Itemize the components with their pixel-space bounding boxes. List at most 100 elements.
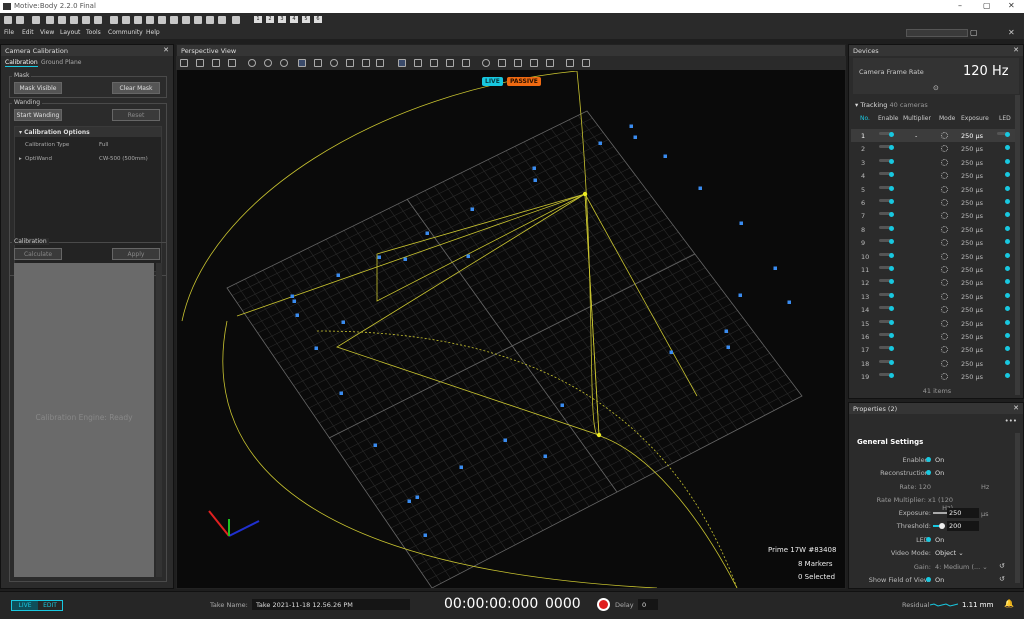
table-row[interactable]: 5 250 µs (851, 183, 1019, 196)
tab-calibration[interactable]: Calibration (5, 59, 38, 67)
camera-marker[interactable] (295, 313, 300, 318)
mode-icon[interactable] (941, 292, 948, 300)
marker-vis-3-icon[interactable] (530, 59, 538, 67)
eye-icon[interactable] (482, 59, 490, 67)
led-indicator[interactable] (1005, 199, 1010, 204)
mode-icon[interactable] (941, 225, 948, 233)
reset-fov-icon[interactable]: ↺ (999, 575, 1005, 583)
mode-icon[interactable] (941, 346, 948, 354)
menu-help[interactable]: Help (146, 29, 160, 36)
col-mode[interactable]: Mode (939, 115, 955, 122)
table-row[interactable]: 2 250 µs (851, 142, 1019, 155)
edit-mode-button[interactable]: EDIT (38, 601, 62, 610)
camera-marker[interactable] (423, 533, 428, 538)
led-indicator[interactable] (1005, 212, 1010, 218)
led-toggle[interactable] (926, 537, 931, 542)
led-indicator[interactable] (1005, 252, 1010, 258)
scene-3d[interactable] (177, 71, 845, 588)
mode-icon[interactable] (941, 199, 948, 206)
select-tool-icon[interactable] (298, 59, 306, 67)
table-row[interactable]: 17 250 µs (851, 343, 1019, 356)
live-badge[interactable]: LIVE (482, 77, 503, 86)
camera-marker[interactable] (336, 273, 341, 278)
clear-mask-button[interactable]: Clear Mask (112, 82, 160, 94)
menu-layout[interactable]: Layout (60, 29, 80, 36)
frame-rate-value[interactable]: 120 Hz (963, 64, 1009, 79)
settings-icon[interactable] (32, 16, 40, 24)
exposure-value[interactable]: 250 µs (961, 320, 983, 328)
properties-scrollbar[interactable] (1015, 433, 1020, 583)
restore-panel-icon[interactable]: ▢ (970, 28, 978, 37)
camera-marker[interactable] (739, 221, 744, 226)
exposure-value[interactable]: 250 µs (961, 266, 983, 274)
print-icon[interactable] (122, 16, 130, 24)
rotate-tool-icon[interactable] (330, 59, 338, 67)
marker-vis-1-icon[interactable] (498, 59, 506, 67)
layout-5-button[interactable]: 5 (302, 16, 310, 23)
help-icon[interactable] (232, 16, 240, 24)
menu-community[interactable]: Community (108, 29, 143, 36)
camera-marker[interactable] (698, 186, 703, 191)
table-row[interactable]: 1 - 250 µs (851, 129, 1019, 143)
view-mode-3-icon[interactable] (430, 59, 438, 67)
view-mode-1-icon[interactable] (398, 59, 406, 67)
camera-marker[interactable] (724, 329, 729, 334)
table-row[interactable]: 13 250 µs (851, 290, 1019, 303)
col-exposure[interactable]: Exposure (961, 115, 989, 122)
table-row[interactable]: 11 250 µs (851, 263, 1019, 276)
notification-icon[interactable]: 🔔 (1004, 599, 1014, 608)
exposure-value[interactable]: 250 µs (961, 279, 983, 287)
mode-icon[interactable] (941, 158, 948, 166)
led-indicator[interactable] (1005, 346, 1010, 352)
signal-icon[interactable] (206, 16, 214, 24)
mode-icon[interactable] (941, 373, 948, 381)
led-indicator[interactable] (1005, 172, 1010, 178)
exposure-value[interactable]: 250 µs (961, 346, 983, 354)
col-no[interactable]: No. (860, 115, 870, 122)
camera-marker[interactable] (470, 207, 475, 212)
table-row[interactable]: 9 250 µs (851, 236, 1019, 249)
led-indicator[interactable] (1005, 158, 1010, 164)
mode-icon[interactable] (941, 306, 948, 314)
close-window-icon[interactable]: ✕ (1008, 1, 1015, 10)
network-icon[interactable] (158, 16, 166, 24)
start-wanding-button[interactable]: Start Wanding (14, 109, 62, 121)
wand-icon[interactable] (82, 16, 90, 24)
minimize-icon[interactable]: – (958, 1, 962, 10)
menu-edit[interactable]: Edit (22, 29, 34, 36)
calibration-options-header[interactable]: ▾ Calibration Options (15, 127, 161, 137)
mode-icon[interactable] (941, 252, 948, 260)
table-row[interactable]: 7 250 µs (851, 209, 1019, 222)
col-enable[interactable]: Enable (878, 115, 898, 122)
mode-icon[interactable] (941, 319, 948, 327)
mode-icon[interactable] (941, 185, 948, 193)
camera-marker[interactable] (373, 443, 378, 448)
camera-marker[interactable] (290, 294, 295, 299)
grid-view-icon[interactable] (180, 59, 188, 67)
reset-gain-icon[interactable]: ↺ (999, 562, 1005, 570)
camera-marker[interactable] (773, 266, 778, 271)
exposure-value[interactable]: 250 µs (961, 159, 983, 167)
table-row[interactable]: 4 250 µs (851, 169, 1019, 182)
mode-icon[interactable] (941, 145, 948, 153)
info-icon[interactable] (134, 16, 142, 24)
led-indicator[interactable] (1005, 279, 1010, 285)
tab-ground-plane[interactable]: Ground Plane (41, 59, 81, 66)
table-row[interactable]: 15 250 µs (851, 317, 1019, 330)
mode-icon[interactable] (941, 132, 948, 139)
exposure-value[interactable]: 250 µs (961, 306, 983, 314)
exposure-value[interactable]: 250 µs (961, 186, 983, 194)
close-icon[interactable]: ✕ (1013, 46, 1019, 54)
camera-marker[interactable] (339, 391, 344, 396)
zoom-out-icon[interactable] (264, 59, 272, 67)
mask-visible-button[interactable]: Mask Visible (14, 82, 62, 94)
mode-icon[interactable] (941, 333, 948, 340)
devices-scrollbar[interactable] (1015, 95, 1020, 395)
multiplier-value[interactable]: - (915, 132, 917, 140)
marker-vis-4-icon[interactable] (546, 59, 554, 67)
exposure-value[interactable]: 250 µs (961, 253, 983, 261)
camera-marker[interactable] (543, 454, 548, 459)
layout-1-button[interactable]: 1 (254, 16, 262, 23)
exposure-value[interactable]: 250 µs (961, 199, 983, 207)
gain-select[interactable]: 4: Medium (... ⌄ (935, 563, 988, 571)
